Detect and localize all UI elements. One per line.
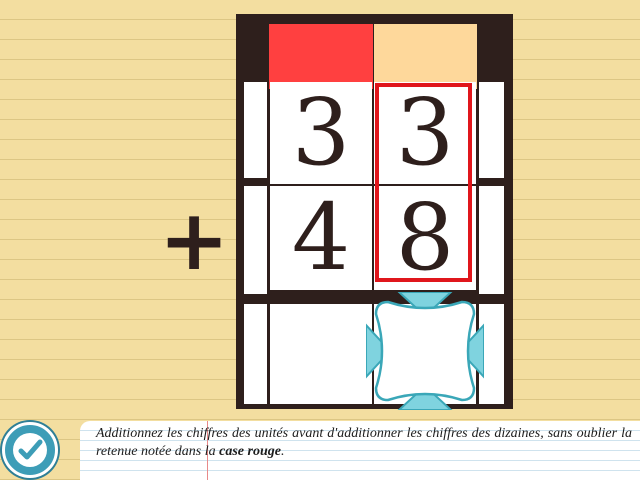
- left-strip-row2: [244, 186, 267, 294]
- instruction-text-end: .: [280, 444, 285, 459]
- left-strip-row1: [244, 82, 267, 178]
- instruction-text: Additionnez les chiffres des unités avan…: [96, 425, 632, 461]
- left-strip-row3: [244, 304, 267, 404]
- answer-drop-target[interactable]: [365, 291, 485, 411]
- bottom-number-tens-digit: 4: [291, 184, 351, 291]
- instruction-emphasis: case rouge: [219, 444, 281, 459]
- validate-button[interactable]: [2, 422, 58, 478]
- right-strip-row2: [479, 186, 504, 294]
- drop-target-icon: [365, 291, 485, 411]
- result-tens-digit: [270, 304, 372, 404]
- bottom-number-units-cell: 8: [374, 186, 476, 290]
- result-tens-cell[interactable]: [270, 304, 372, 404]
- instruction-panel: Additionnez les chiffres des unités avan…: [80, 421, 640, 480]
- bottom-number-units-digit: 8: [395, 184, 455, 291]
- bottom-number-tens-cell: 4: [270, 186, 372, 290]
- instruction-text-main: Additionnez les chiffres des unités avan…: [96, 426, 632, 459]
- top-number-tens-digit: 3: [291, 79, 351, 186]
- plus-operator: +: [158, 191, 230, 289]
- top-number-units-digit: 3: [395, 79, 455, 186]
- right-strip-row1: [479, 82, 504, 178]
- top-number-units-cell: 3: [374, 82, 476, 184]
- top-number-tens-cell: 3: [270, 82, 372, 184]
- checkmark-icon: [13, 433, 47, 467]
